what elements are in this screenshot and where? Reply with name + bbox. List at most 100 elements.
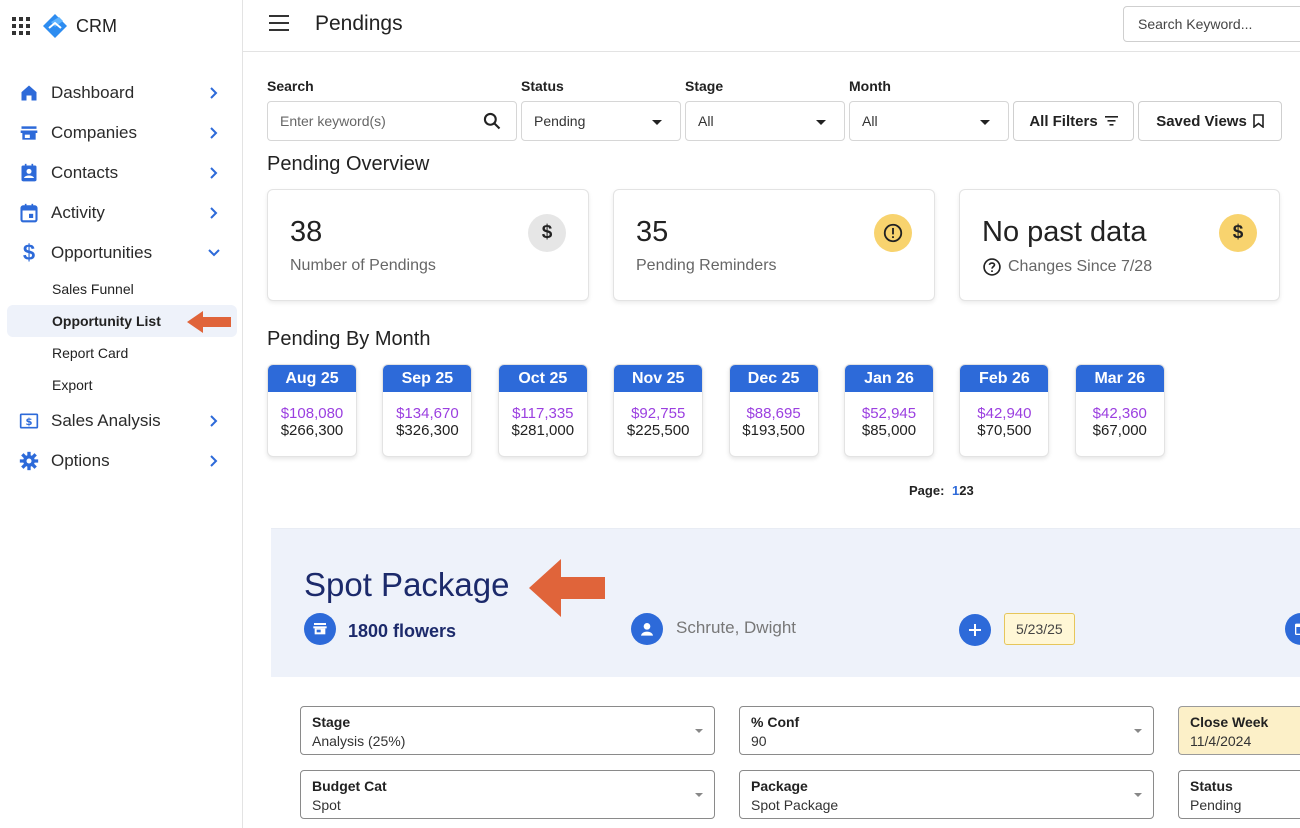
package-field[interactable]: Package Spot Package [739, 770, 1154, 819]
sidebar-item-opportunities[interactable]: $ Opportunities [0, 233, 243, 273]
field-value: Spot Package [751, 797, 839, 813]
saved-views-button[interactable]: Saved Views [1138, 101, 1282, 141]
sidebar-nav: Dashboard Companies Contacts Activity $ [0, 73, 243, 481]
caret-down-icon [695, 793, 703, 797]
status-select[interactable]: Pending [521, 101, 681, 141]
apps-grid-icon[interactable] [12, 17, 30, 35]
all-filters-button[interactable]: All Filters [1013, 101, 1134, 141]
month-card-header: Dec 25 [729, 365, 818, 392]
caret-down-icon [652, 120, 662, 125]
company-store-icon [304, 613, 336, 645]
stage-select[interactable]: All [685, 101, 845, 141]
saved-views-label: Saved Views [1156, 112, 1247, 130]
sidebar-item-activity[interactable]: Activity [0, 193, 243, 233]
percent-conf-field[interactable]: % Conf 90 [739, 706, 1154, 755]
month-card-header: Nov 25 [614, 365, 703, 392]
arrow-left-annotation-icon [529, 559, 605, 617]
month-card-amount-primary: $134,670 [396, 405, 459, 422]
search-icon[interactable] [482, 111, 502, 131]
sidebar-item-label: Dashboard [51, 83, 135, 102]
month-card-amount-total: $67,000 [1092, 422, 1147, 439]
month-card-amount-primary: $88,695 [746, 405, 801, 422]
budget-cat-field[interactable]: Budget Cat Spot [300, 770, 715, 819]
subitem-label: Report Card [52, 345, 129, 361]
month-card-amount-total: $326,300 [396, 422, 459, 439]
page-title: Pendings [315, 12, 403, 35]
month-card-header: Jan 26 [845, 365, 933, 392]
sidebar-subitem-report-card[interactable]: Report Card [0, 337, 243, 369]
month-card-amount-total: $266,300 [280, 422, 344, 439]
month-card-header: Mar 26 [1075, 365, 1164, 392]
sidebar-item-dashboard[interactable]: Dashboard [0, 73, 243, 113]
chevron-right-icon [210, 127, 218, 139]
all-filters-label: All Filters [1029, 112, 1098, 130]
crm-logo-icon [43, 14, 67, 38]
month-card-header: Feb 26 [960, 365, 1049, 392]
stage-field[interactable]: Stage Analysis (25%) [300, 706, 715, 755]
month-card-header: Sep 25 [383, 365, 472, 392]
brand: CRM [12, 12, 117, 40]
sidebar: CRM Dashboard Companies Contacts Activit… [0, 0, 243, 828]
month-card[interactable]: Dec 25 $88,695 $193,500 [728, 364, 819, 457]
page-link-3[interactable]: 3 [967, 483, 974, 498]
detail-company[interactable]: 1800 flowers [348, 621, 456, 642]
bookmark-icon [1253, 114, 1264, 128]
opportunity-detail: Spot Package 1800 flowers Schrute, Dwigh… [271, 528, 1300, 828]
pagination: Page: 123 [909, 483, 974, 498]
month-card[interactable]: Feb 26 $42,940 $70,500 [959, 364, 1050, 457]
month-card-amount-total: $70,500 [977, 422, 1032, 439]
dollar-badge-icon: $ [1219, 214, 1257, 252]
sidebar-item-sales-analysis[interactable]: $ Sales Analysis [0, 401, 243, 441]
detail-date-badge[interactable]: 5/23/25 [1004, 613, 1075, 645]
sidebar-item-options[interactable]: Options [0, 441, 243, 481]
app-name: CRM [76, 15, 117, 36]
sidebar-item-label: Options [51, 451, 110, 470]
field-value: Spot [312, 797, 341, 813]
month-card[interactable]: Nov 25 $92,755 $225,500 [613, 364, 704, 457]
menu-icon[interactable] [269, 15, 289, 31]
field-label: Package [751, 778, 808, 794]
month-card[interactable]: Aug 25 $108,080 $266,300 [267, 364, 357, 457]
month-card[interactable]: Sep 25 $134,670 $326,300 [382, 364, 473, 457]
month-card-amount-primary: $42,940 [977, 405, 1032, 422]
dollar-badge-icon: $ [528, 214, 566, 252]
help-circle-icon[interactable] [982, 257, 1002, 277]
sidebar-item-label: Activity [51, 203, 105, 222]
alert-badge-icon [874, 214, 912, 252]
month-label: Month [849, 78, 891, 94]
subitem-label: Sales Funnel [52, 281, 134, 297]
keyword-search-input[interactable] [280, 113, 470, 129]
status-label: Status [521, 78, 564, 94]
sidebar-subitem-export[interactable]: Export [0, 369, 243, 401]
month-select[interactable]: All [849, 101, 1009, 141]
filter-lines-icon [1104, 116, 1118, 126]
detail-header: Spot Package 1800 flowers Schrute, Dwigh… [271, 529, 1300, 677]
month-card[interactable]: Jan 26 $52,945 $85,000 [844, 364, 934, 457]
calendar-icon[interactable] [1285, 613, 1300, 645]
pagination-label: Page: [909, 483, 945, 498]
stage-label: Stage [685, 78, 724, 94]
field-label: % Conf [751, 714, 800, 730]
status-field[interactable]: Status Pending [1178, 770, 1300, 819]
arrow-left-annotation-icon [187, 311, 231, 333]
field-value: 11/4/2024 [1190, 733, 1252, 749]
overview-title: Pending Overview [267, 153, 430, 175]
global-search-input[interactable] [1123, 6, 1300, 42]
page-link-2[interactable]: 2 [959, 483, 966, 498]
detail-person[interactable]: Schrute, Dwight [676, 618, 796, 638]
month-card[interactable]: Mar 26 $42,360 $67,000 [1074, 364, 1165, 457]
sidebar-subitem-opportunity-list[interactable]: Opportunity List [7, 305, 237, 337]
month-card[interactable]: Oct 25 $117,335 $281,000 [497, 364, 588, 457]
sidebar-item-contacts[interactable]: Contacts [0, 153, 243, 193]
money-bill-icon: $ [18, 410, 40, 432]
field-label: Status [1190, 778, 1233, 794]
contact-book-icon [18, 162, 40, 184]
add-icon[interactable] [959, 614, 991, 646]
sidebar-item-companies[interactable]: Companies [0, 113, 243, 153]
sidebar-subitem-sales-funnel[interactable]: Sales Funnel [0, 273, 243, 305]
field-label: Close Week [1190, 714, 1269, 730]
overview-value: 35 [636, 216, 669, 248]
sidebar-item-label: Opportunities [51, 243, 153, 262]
field-value: Pending [1190, 797, 1242, 813]
close-week-field[interactable]: Close Week 11/4/2024 [1178, 706, 1300, 755]
